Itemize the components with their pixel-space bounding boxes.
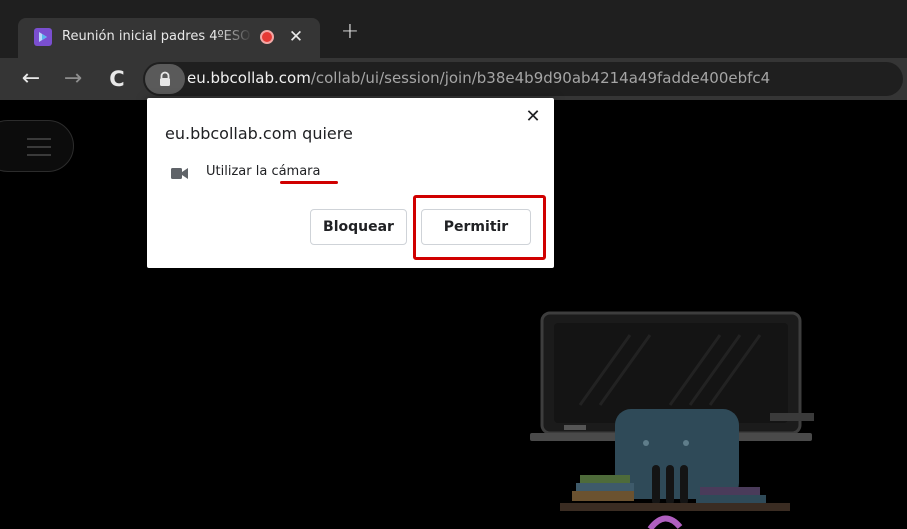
lock-icon	[160, 71, 170, 86]
url-path: /collab/ui/session/join/b38e4b9d90ab4214…	[310, 69, 771, 87]
site-info-button[interactable]	[145, 64, 185, 94]
browser-toolbar: ← → C eu.bbcollab.com/collab/ui/session/…	[0, 58, 907, 100]
url-text: eu.bbcollab.com/collab/ui/session/join/b…	[187, 69, 770, 87]
reload-button[interactable]: C	[104, 67, 130, 93]
video-camera-icon	[171, 168, 188, 179]
permission-description: Utilizar la cámara	[206, 164, 321, 179]
menu-line-icon	[27, 154, 51, 156]
hamburger-menu-button[interactable]	[0, 120, 74, 172]
block-button[interactable]: Bloquear	[310, 209, 407, 245]
permission-item: cámara	[271, 164, 321, 179]
menu-line-icon	[27, 146, 51, 148]
url-host: eu.bbcollab.com	[187, 69, 311, 87]
forward-button[interactable]: →	[60, 67, 86, 93]
browser-window: Reunión inicial padres 4ºESO ✕ + ← → C e…	[0, 0, 907, 529]
tab-strip: Reunión inicial padres 4ºESO ✕ +	[0, 0, 907, 58]
back-button[interactable]: ←	[18, 67, 44, 93]
tab-reunion-inicial[interactable]: Reunión inicial padres 4ºESO ✕	[18, 18, 320, 58]
classroom-illustration	[530, 311, 814, 529]
dialog-title: eu.bbcollab.com quiere	[165, 124, 353, 143]
annotation-underline	[280, 181, 338, 184]
blackboard-collaborate-icon	[34, 28, 52, 46]
menu-line-icon	[27, 138, 51, 140]
permission-prefix: Utilizar la	[206, 164, 272, 179]
tab-title: Reunión inicial padres 4ºESO	[62, 29, 251, 44]
new-tab-button[interactable]: +	[338, 20, 362, 46]
annotation-highlight-box	[413, 195, 546, 260]
address-bar[interactable]: eu.bbcollab.com/collab/ui/session/join/b…	[143, 62, 903, 96]
tab-close-button[interactable]: ✕	[286, 26, 306, 48]
record-icon	[260, 30, 274, 44]
dialog-close-button[interactable]: ✕	[521, 106, 545, 130]
